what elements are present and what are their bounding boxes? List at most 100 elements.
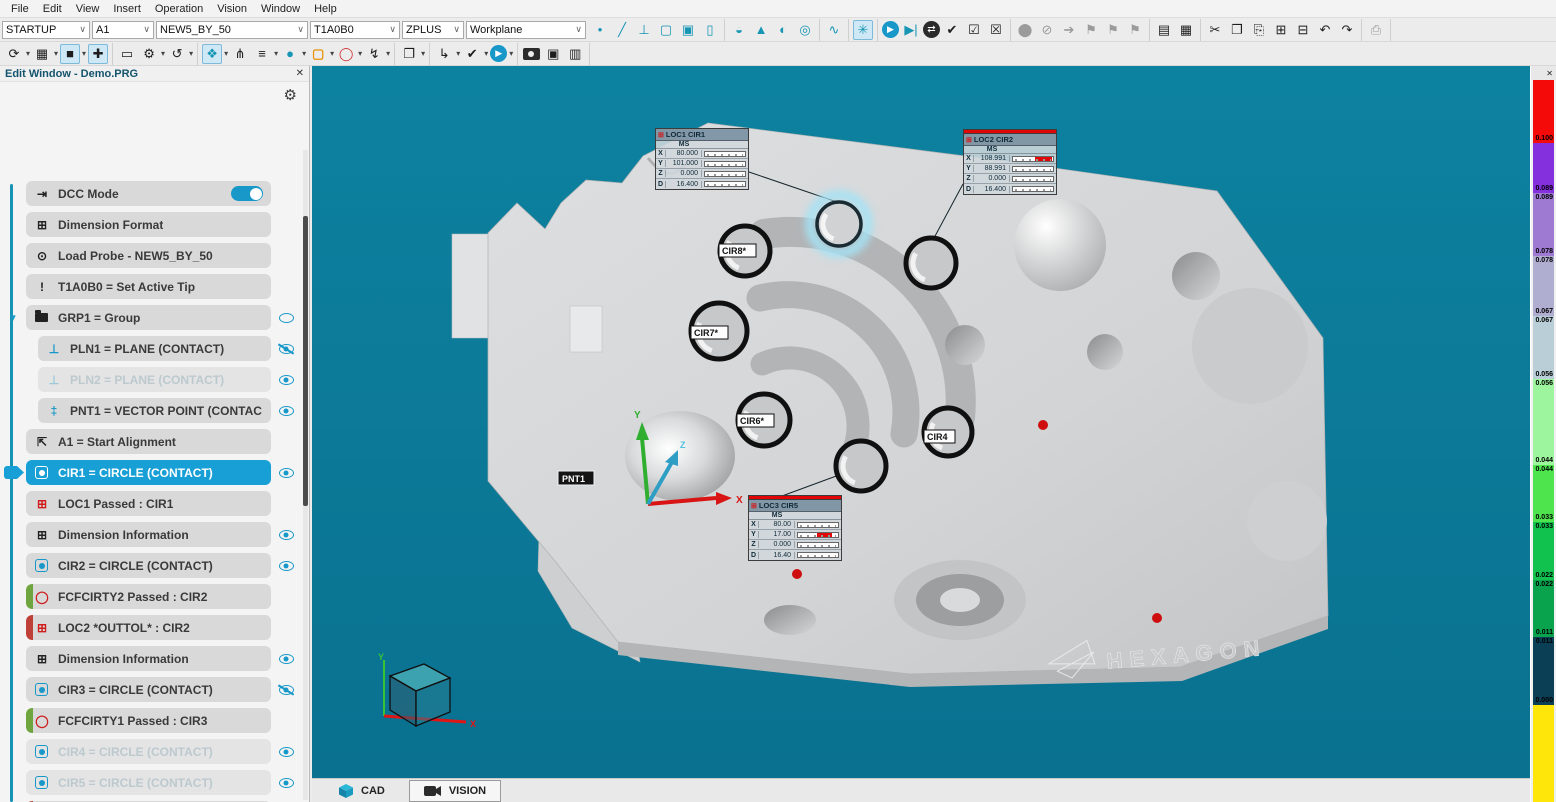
dcc-toggle[interactable] [231, 186, 263, 201]
probe-mode-icon[interactable]: ❖ [202, 44, 222, 64]
chevron-down-icon[interactable]: ▾ [330, 49, 334, 58]
round-slot-feature-icon[interactable]: ▣ [678, 20, 698, 40]
probe-file-combo[interactable]: STARTUP∨ [2, 21, 90, 39]
chevron-down-icon[interactable]: ▾ [386, 49, 390, 58]
mark-used-icon[interactable]: ☑ [964, 20, 984, 40]
report-window-icon[interactable]: ▣ [543, 44, 563, 64]
paste-icon[interactable]: ⎘ [1249, 20, 1269, 40]
edit-item-pill[interactable]: ◯FCFCIRTY2 Passed : CIR2 [26, 584, 271, 609]
stop-icon[interactable]: ⬤ [1015, 20, 1035, 40]
edit-item-pill[interactable]: ⊞LOC1 Passed : CIR1 [26, 491, 271, 516]
alignment-combo[interactable]: A1∨ [92, 21, 154, 39]
measurement-strategy-icon[interactable]: ≡ [252, 44, 272, 64]
chevron-down-icon[interactable]: ▾ [26, 49, 30, 58]
execute-mini-icon[interactable]: ▶ [490, 45, 507, 62]
menu-window[interactable]: Window [254, 2, 307, 16]
edit-item-5[interactable]: ⊥PLN1 = PLANE (CONTACT) [0, 333, 301, 364]
edit-item-pill[interactable]: ⊞Dimension Information [26, 646, 271, 671]
auto-feature-icon[interactable]: ✳ [853, 20, 873, 40]
report-template-icon[interactable]: ▦ [1176, 20, 1196, 40]
workplane-combo[interactable]: ZPLUS∨ [402, 21, 464, 39]
curve-feature-icon[interactable]: ∿ [824, 20, 844, 40]
menu-insert[interactable]: Insert [106, 2, 148, 16]
edit-item-12[interactable]: CIR2 = CIRCLE (CONTACT) [0, 550, 301, 581]
quick-feature-icon[interactable]: ↯ [364, 44, 384, 64]
visibility-eye-icon[interactable] [279, 468, 294, 478]
visibility-eye-icon[interactable] [279, 561, 294, 571]
edit-item-pill[interactable]: ⊥PLN1 = PLANE (CONTACT) [38, 336, 271, 361]
execute-program-icon[interactable]: ▶ [882, 21, 899, 38]
probe-combo[interactable]: NEW5_BY_50∨ [156, 21, 308, 39]
chevron-down-icon[interactable]: ▾ [302, 49, 306, 58]
visibility-eye-icon[interactable] [279, 747, 294, 757]
visibility-eye-icon[interactable] [279, 375, 294, 385]
edit-item-0[interactable]: ⇥DCC Mode [0, 178, 301, 209]
edit-item-pill[interactable]: ⊞Dimension Format [26, 212, 271, 237]
edit-item-11[interactable]: ⊞Dimension Information [0, 519, 301, 550]
plane-feature-icon[interactable]: ⊥ [634, 20, 654, 40]
edit-item-pill[interactable]: CIR1 = CIRCLE (CONTACT) [26, 460, 271, 485]
probe-options-icon[interactable]: ⋔ [230, 44, 250, 64]
copy-view-icon[interactable]: ❐ [399, 44, 419, 64]
tab-cad[interactable]: CAD [324, 780, 399, 802]
pattern-icon[interactable]: ⊟ [1293, 20, 1313, 40]
edit-item-pill[interactable]: ‡PNT1 = VECTOR POINT (CONTAC [38, 398, 271, 423]
measured-circle[interactable] [836, 441, 886, 491]
edit-item-6[interactable]: ⊥PLN2 = PLANE (CONTACT) [0, 364, 301, 395]
edit-item-pill[interactable]: ⊙Load Probe - NEW5_BY_50 [26, 243, 271, 268]
verify-icon[interactable]: ✔ [462, 44, 482, 64]
scrollbar-thumb[interactable] [303, 216, 308, 506]
probe-path-icon[interactable]: ↳ [434, 44, 454, 64]
circle-feature-icon[interactable]: ▢ [656, 20, 676, 40]
edit-item-pill[interactable]: CIR3 = CIRCLE (CONTACT) [26, 677, 271, 702]
workplane-label-combo[interactable]: Workplane∨ [466, 21, 586, 39]
print-icon[interactable]: ⎙ [1366, 20, 1386, 40]
tip-combo[interactable]: T1A0B0∨ [310, 21, 400, 39]
break-icon[interactable]: ⊘ [1037, 20, 1057, 40]
copy-icon[interactable]: ❐ [1227, 20, 1247, 40]
menu-edit[interactable]: Edit [36, 2, 69, 16]
edit-item-4[interactable]: ▾GRP1 = Group [0, 302, 301, 333]
chevron-down-icon[interactable]: ▾ [189, 49, 193, 58]
measured-circle[interactable]: CIR7* [691, 303, 747, 359]
clear-marked-icon[interactable]: ☒ [986, 20, 1006, 40]
bookmark-clear-icon[interactable]: ⚑ [1125, 20, 1145, 40]
measurement-table-loc2[interactable]: ⊞LOC2 CIR2MSX108.991Y88.991Z0.000D16.400 [963, 129, 1057, 195]
sphere-feature-icon[interactable]: ◐ [773, 20, 793, 40]
active-circle-cir1[interactable] [810, 195, 868, 253]
measurement-table-loc1[interactable]: ⊞LOC1 CIR1MSX80.000Y101.000Z0.000D16.400 [655, 128, 749, 190]
square-slot-feature-icon[interactable]: ▯ [700, 20, 720, 40]
close-icon[interactable]: ✕ [296, 68, 304, 79]
cut-icon[interactable]: ✂ [1205, 20, 1225, 40]
edit-item-13[interactable]: ◯FCFCIRTY2 Passed : CIR2 [0, 581, 301, 612]
edit-item-pill[interactable]: CIR2 = CIRCLE (CONTACT) [26, 553, 271, 578]
edit-item-16[interactable]: CIR3 = CIRCLE (CONTACT) [0, 674, 301, 705]
graphic-report-icon[interactable]: ▥ [565, 44, 585, 64]
visibility-eye-icon[interactable] [279, 530, 294, 540]
cylinder-feature-icon[interactable]: ◒ [729, 20, 749, 40]
visibility-eye-icon[interactable] [279, 685, 294, 695]
expand-caret-icon[interactable]: ▾ [0, 311, 26, 324]
cone-feature-icon[interactable]: ▲ [751, 20, 771, 40]
chevron-down-icon[interactable]: ▾ [274, 49, 278, 58]
point-feature-icon[interactable]: • [590, 20, 610, 40]
edit-item-7[interactable]: ‡PNT1 = VECTOR POINT (CONTAC [0, 395, 301, 426]
measured-circle[interactable]: CIR4 [924, 408, 972, 456]
edit-item-20[interactable]: ⊞LOC3 *OUTTOL* : CIR5 [0, 798, 301, 802]
gear-icon[interactable]: ⚙ [284, 86, 297, 104]
settings-gears-icon[interactable]: ⚙ [139, 44, 159, 64]
edit-item-1[interactable]: ⊞Dimension Format [0, 209, 301, 240]
edit-item-15[interactable]: ⊞Dimension Information [0, 643, 301, 674]
continue-icon[interactable]: ➔ [1059, 20, 1079, 40]
edit-item-3[interactable]: !T1A0B0 = Set Active Tip [0, 271, 301, 302]
comment-icon[interactable]: ▭ [117, 44, 137, 64]
circle-select-icon[interactable]: ◯ [336, 44, 356, 64]
execute-from-cursor-icon[interactable]: ▶| [901, 20, 921, 40]
menu-vision[interactable]: Vision [210, 2, 254, 16]
visibility-eye-icon[interactable] [279, 406, 294, 416]
measured-circle[interactable]: CIR6* [737, 394, 790, 446]
torus-feature-icon[interactable]: ◎ [795, 20, 815, 40]
bookmark-icon[interactable]: ⚑ [1081, 20, 1101, 40]
chevron-down-icon[interactable]: ▾ [358, 49, 362, 58]
edit-item-pill[interactable]: !T1A0B0 = Set Active Tip [26, 274, 271, 299]
